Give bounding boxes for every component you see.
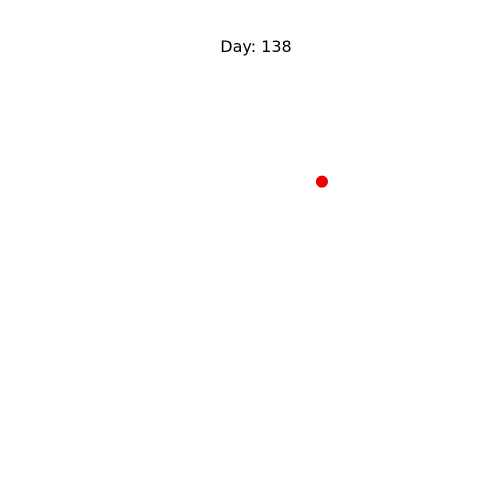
chart-title: Day: 138 <box>220 37 291 56</box>
scatter-chart: Day: 138 <box>0 0 500 500</box>
scatter-point <box>315 175 328 188</box>
plot-area <box>315 175 328 188</box>
chart-background <box>0 0 500 500</box>
